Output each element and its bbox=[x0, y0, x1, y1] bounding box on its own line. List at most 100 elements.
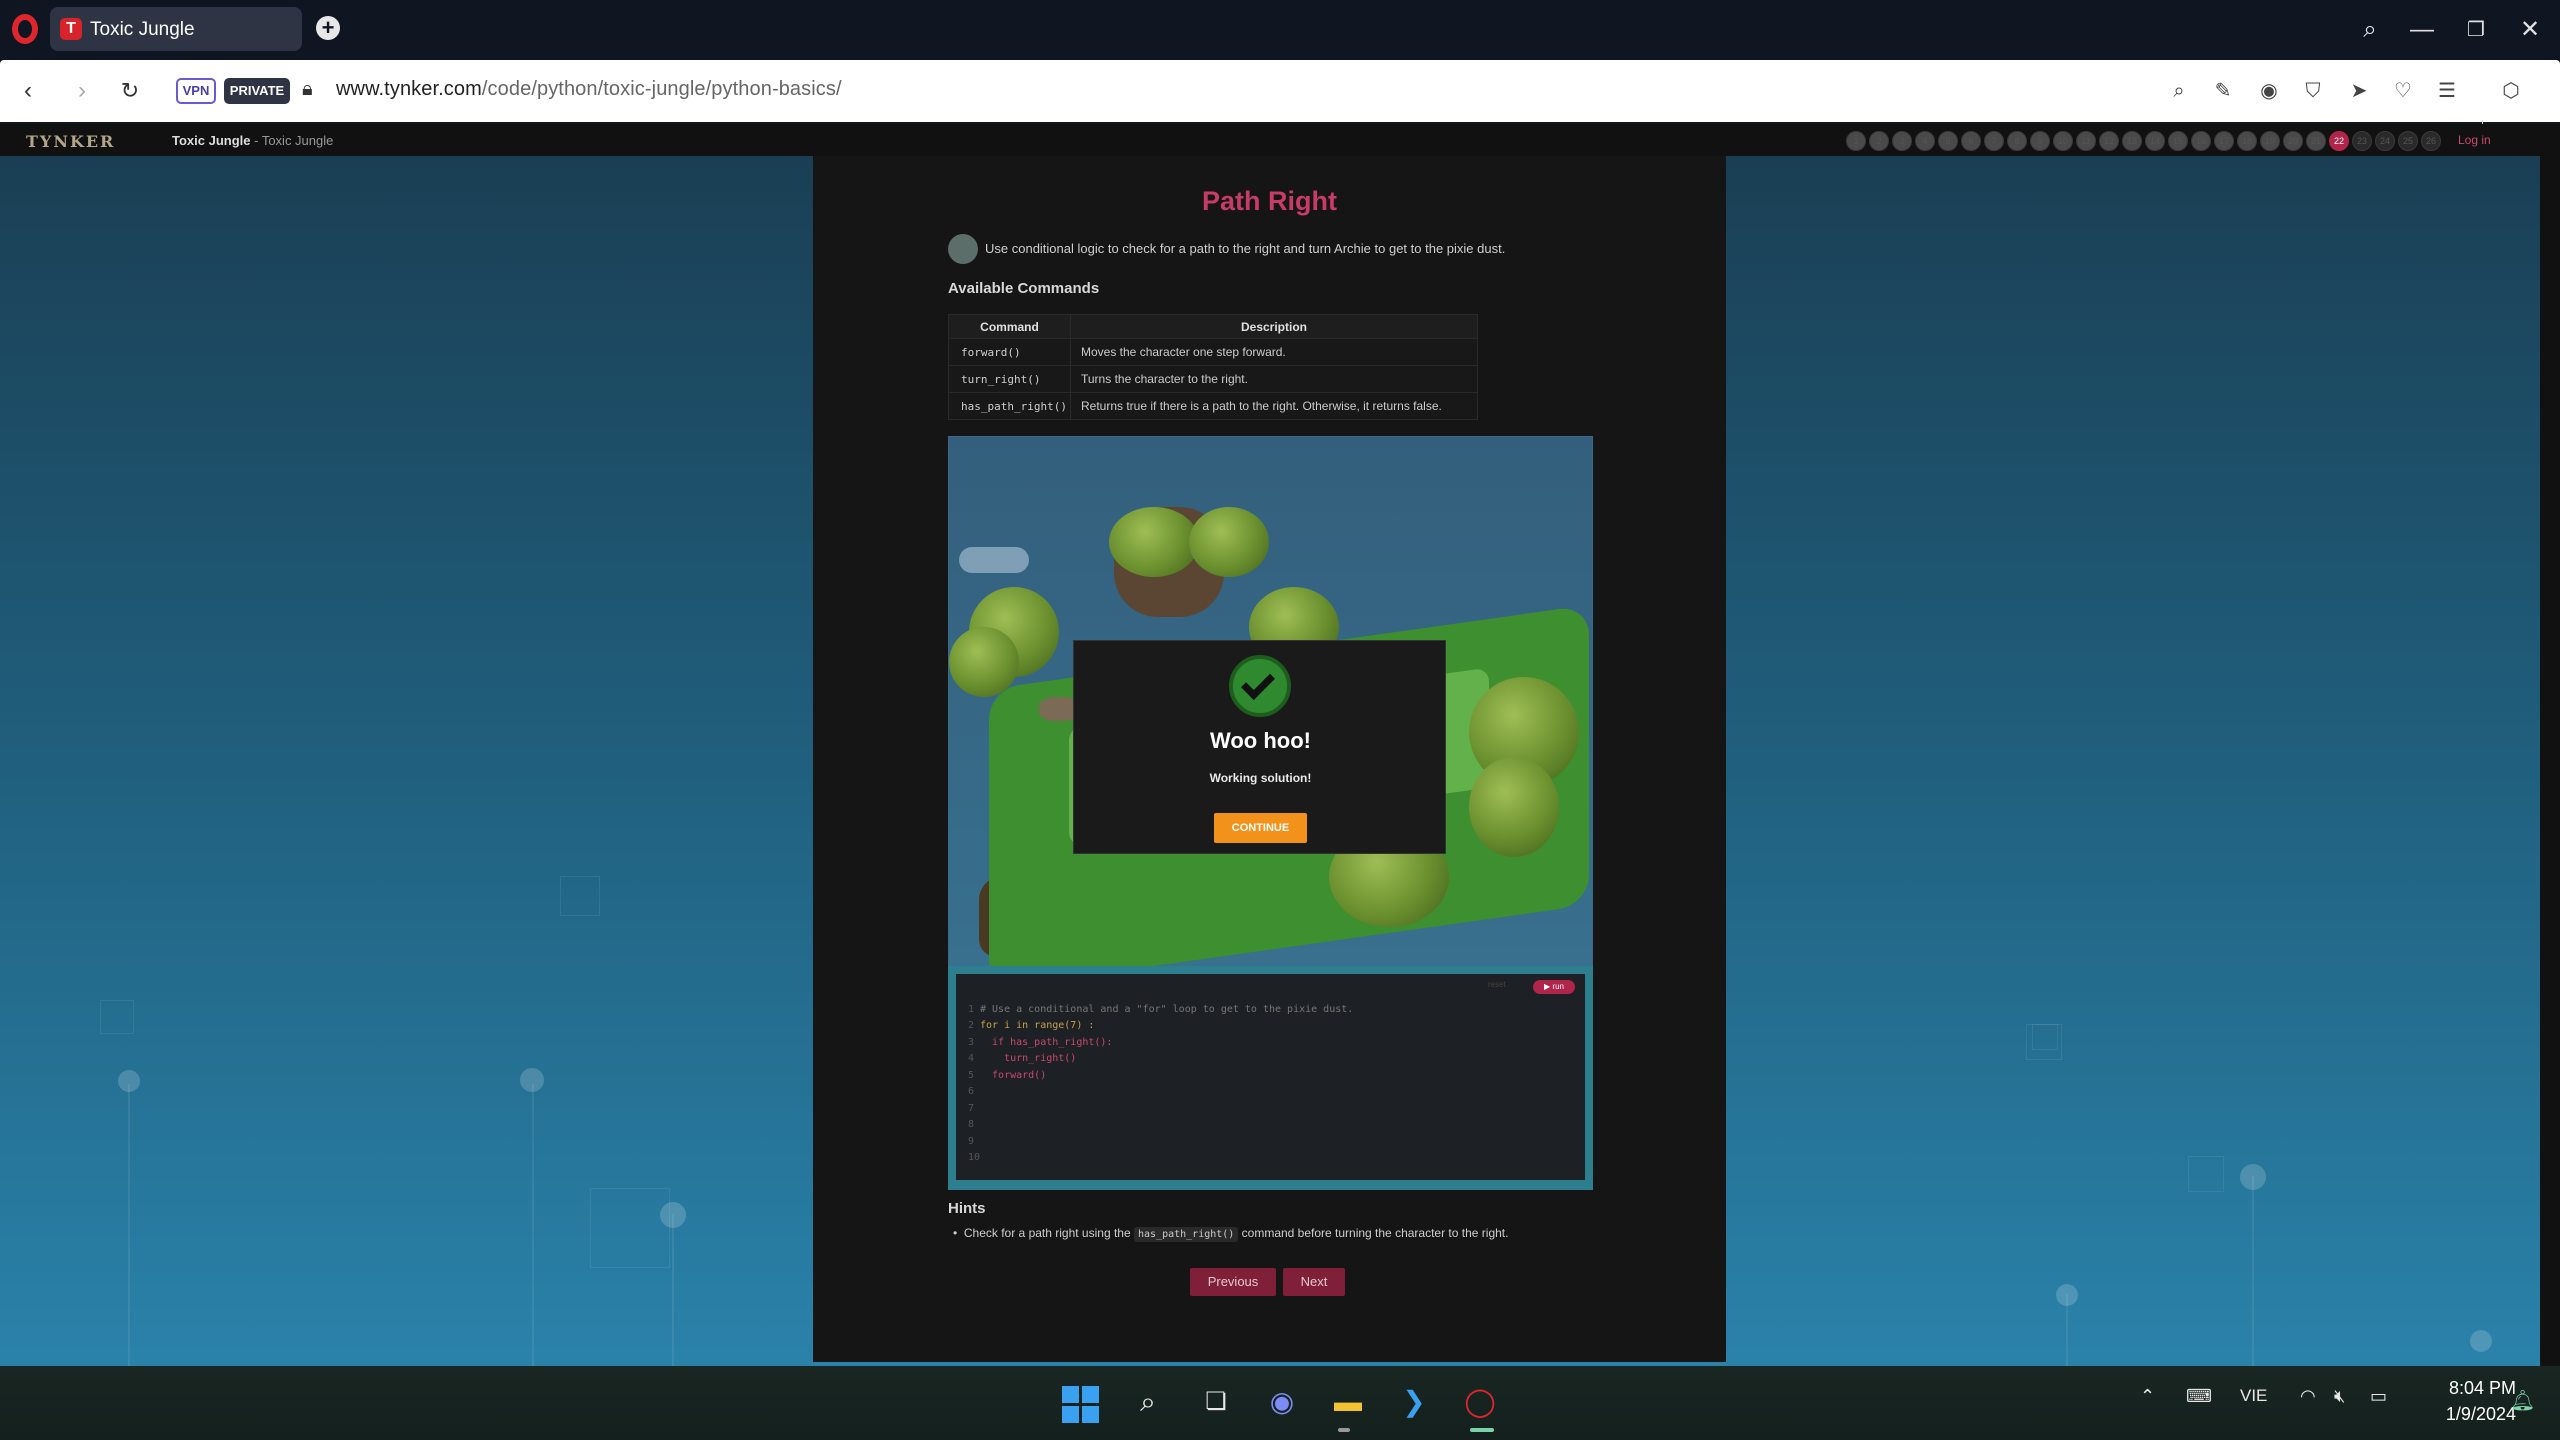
clock-time[interactable]: 8:04 PM bbox=[2426, 1378, 2516, 1399]
active-indicator bbox=[1470, 1428, 1494, 1432]
easy-setup-icon[interactable]: ☰ bbox=[2432, 76, 2462, 106]
continue-button[interactable]: CONTINUE bbox=[1214, 813, 1307, 843]
level-dot[interactable]: 5 bbox=[1938, 131, 1958, 151]
level-dot[interactable]: 19 bbox=[2260, 131, 2280, 151]
level-dot[interactable]: 2 bbox=[1869, 131, 1889, 151]
level-dot[interactable]: 21 bbox=[2306, 131, 2326, 151]
battery-icon[interactable]: ▭ bbox=[2370, 1386, 2387, 1407]
table-row: has_path_right() Returns true if there i… bbox=[948, 392, 1478, 420]
code-line: 4 turn_right() bbox=[968, 1053, 1077, 1064]
scrollbar[interactable]: ▲ ▼ bbox=[2540, 124, 2560, 1366]
code-line: 9 bbox=[968, 1136, 975, 1147]
web-page: TYNKER Toxic Jungle - Toxic Jungle 12345… bbox=[0, 124, 2560, 1366]
next-button[interactable]: Next bbox=[1283, 1268, 1345, 1296]
code-line: 8 bbox=[968, 1119, 975, 1130]
code-editor[interactable]: reset ▶ run 1 # Use a conditional and a "… bbox=[956, 974, 1585, 1180]
success-modal: Woo hoo! Working solution! CONTINUE bbox=[1073, 640, 1446, 854]
command-code: turn_right() bbox=[948, 365, 1071, 393]
modal-subtitle: Working solution! bbox=[1209, 771, 1312, 785]
commands-heading: Available Commands bbox=[948, 280, 1100, 297]
reset-button[interactable]: reset bbox=[1488, 980, 1506, 989]
file-explorer-icon[interactable]: ▬ bbox=[1328, 1382, 1368, 1422]
level-dot[interactable]: 9 bbox=[2030, 131, 2050, 151]
level-dot[interactable]: 14 bbox=[2145, 131, 2165, 151]
level-dot[interactable]: 3 bbox=[1892, 131, 1912, 151]
previous-button[interactable]: Previous bbox=[1190, 1268, 1276, 1296]
close-window-button[interactable]: ✕ bbox=[2512, 12, 2548, 48]
opera-menu-icon[interactable] bbox=[12, 14, 38, 44]
breadcrumb-course[interactable]: Toxic Jungle bbox=[172, 133, 251, 148]
url-field[interactable]: www.tynker.com/code/python/toxic-jungle/… bbox=[336, 78, 842, 101]
notification-bell-icon[interactable]: 🔔︎ bbox=[2510, 1388, 2535, 1414]
level-dot[interactable]: 17 bbox=[2214, 131, 2234, 151]
page-search-icon[interactable]: ⌕ bbox=[2164, 76, 2194, 106]
level-dot[interactable]: 8 bbox=[2007, 131, 2027, 151]
bg-decoration bbox=[2188, 1156, 2224, 1192]
level-dot[interactable]: 13 bbox=[2122, 131, 2142, 151]
level-dot[interactable]: 18 bbox=[2237, 131, 2257, 151]
lock-icon[interactable]: 🔒︎ bbox=[302, 78, 318, 104]
task-view-icon[interactable]: ❏ bbox=[1196, 1382, 1236, 1422]
minimize-button[interactable]: — bbox=[2404, 12, 2440, 48]
level-dot[interactable]: 1 bbox=[1846, 131, 1866, 151]
level-dot[interactable]: 20 bbox=[2283, 131, 2303, 151]
shield-icon[interactable]: ⛉ bbox=[2298, 76, 2328, 106]
level-dot[interactable]: 16 bbox=[2191, 131, 2211, 151]
level-dot[interactable]: 12 bbox=[2099, 131, 2119, 151]
bush bbox=[949, 627, 1019, 697]
vpn-badge[interactable]: VPN bbox=[176, 78, 216, 104]
vscode-icon[interactable]: ❯ bbox=[1394, 1382, 1434, 1422]
send-icon[interactable]: ➤ bbox=[2344, 76, 2374, 106]
level-dot[interactable]: 7 bbox=[1984, 131, 2004, 151]
hint-text: command before turning the character to … bbox=[1238, 1226, 1509, 1240]
forward-button[interactable]: › bbox=[66, 75, 98, 107]
start-button[interactable] bbox=[1062, 1386, 1102, 1426]
heart-icon[interactable]: ♡ bbox=[2388, 76, 2418, 106]
bush bbox=[1109, 507, 1199, 577]
restore-button[interactable]: ❐ bbox=[2458, 12, 2494, 48]
bg-decoration bbox=[128, 1084, 130, 1366]
code-line: 6 bbox=[968, 1086, 975, 1097]
discord-icon[interactable]: ◉ bbox=[1262, 1382, 1302, 1422]
code-line: 3 if has_path_right(): bbox=[968, 1037, 1113, 1048]
extensions-icon[interactable]: ⬡ bbox=[2496, 76, 2526, 106]
volume-muted-icon[interactable]: 🔇︎ bbox=[2334, 1386, 2345, 1407]
edit-icon[interactable]: ✎ bbox=[2208, 76, 2238, 106]
keyboard-icon[interactable]: ⌨ bbox=[2186, 1386, 2212, 1407]
table-row: forward() Moves the character one step f… bbox=[948, 338, 1478, 366]
level-dot[interactable]: 15 bbox=[2168, 131, 2188, 151]
modal-title: Woo hoo! bbox=[1210, 728, 1311, 753]
level-dot[interactable]: 22 bbox=[2329, 131, 2349, 151]
search-icon[interactable]: ⌕ bbox=[1128, 1382, 1168, 1422]
chevron-up-icon[interactable]: ⌃ bbox=[2140, 1386, 2155, 1407]
search-tabs-icon[interactable]: ⌕ bbox=[2352, 12, 2388, 48]
level-dot[interactable]: 11 bbox=[2076, 131, 2096, 151]
tynker-logo[interactable]: TYNKER bbox=[26, 132, 115, 151]
camera-icon[interactable]: ◉ bbox=[2254, 76, 2284, 106]
level-dot[interactable]: 4 bbox=[1915, 131, 1935, 151]
wifi-icon[interactable]: ◠ bbox=[2300, 1386, 2316, 1407]
reload-button[interactable]: ↻ bbox=[114, 75, 146, 107]
run-button[interactable]: ▶ run bbox=[1533, 980, 1575, 994]
code-line: 5 forward() bbox=[968, 1070, 1047, 1081]
login-link[interactable]: Log in bbox=[2458, 133, 2491, 147]
level-dot[interactable]: 10 bbox=[2053, 131, 2073, 151]
level-dot[interactable]: 24 bbox=[2375, 131, 2395, 151]
back-button[interactable]: ‹ bbox=[12, 75, 44, 107]
level-dot[interactable]: 25 bbox=[2398, 131, 2418, 151]
bg-decoration bbox=[2056, 1284, 2078, 1306]
table-row: turn_right() Turns the character to the … bbox=[948, 365, 1478, 393]
level-dot[interactable]: 6 bbox=[1961, 131, 1981, 151]
clock-date[interactable]: 1/9/2024 bbox=[2416, 1404, 2516, 1425]
windows-taskbar: ⌕ ❏ ◉ ▬ ❯ ◯ ⌃ ⌨ VIE ◠ 🔇︎ ▭ 8:04 PM 1/9/2… bbox=[0, 1366, 2560, 1440]
opera-icon[interactable]: ◯ bbox=[1460, 1382, 1500, 1422]
bg-decoration bbox=[520, 1068, 544, 1092]
tynker-favicon-icon: T bbox=[60, 18, 82, 40]
new-tab-button[interactable]: + bbox=[316, 16, 340, 40]
language-indicator[interactable]: VIE bbox=[2240, 1386, 2267, 1406]
tab-toxic-jungle[interactable]: T Toxic Jungle bbox=[50, 7, 302, 51]
code-line: 1 # Use a conditional and a "for" loop to… bbox=[968, 1004, 1354, 1015]
level-dot[interactable]: 26 bbox=[2421, 131, 2441, 151]
level-dot[interactable]: 23 bbox=[2352, 131, 2372, 151]
code-editor-frame: reset ▶ run 1 # Use a conditional and a "… bbox=[948, 966, 1593, 1190]
